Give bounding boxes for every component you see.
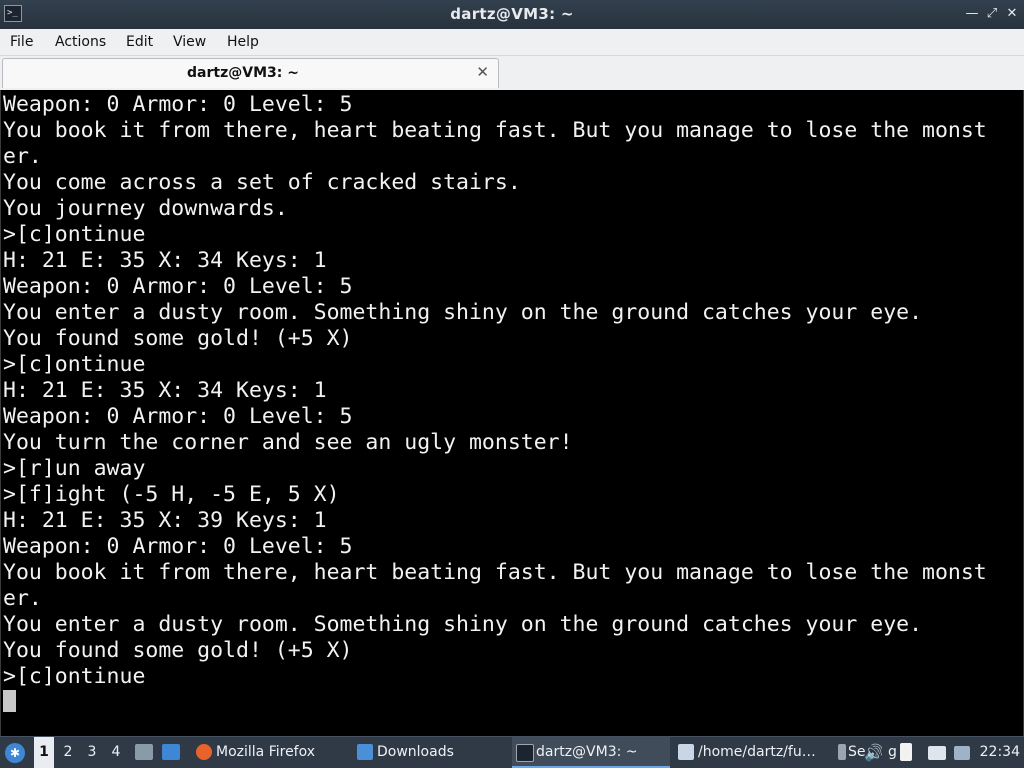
- task-extra[interactable]: Se: [836, 737, 866, 768]
- firefox-icon: [196, 744, 212, 760]
- menu-actions[interactable]: Actions: [55, 34, 106, 50]
- show-desktop-icon[interactable]: [162, 744, 180, 760]
- tab-bar: dartz@VM3: ~ ✕: [0, 56, 1024, 90]
- workspace-1[interactable]: 1: [34, 737, 54, 768]
- terminal-line: H: 21 E: 35 X: 34 Keys: 1: [3, 248, 327, 273]
- task-downloads[interactable]: Downloads: [353, 737, 509, 768]
- terminal-line: er.: [3, 144, 42, 169]
- terminal-line: You book it from there, heart beating fa…: [3, 560, 987, 585]
- terminal-line: H: 21 E: 35 X: 34 Keys: 1: [3, 378, 327, 403]
- window-title: dartz@VM3: ~: [450, 5, 574, 23]
- terminal-line: >[r]un away: [3, 456, 146, 481]
- menu-edit[interactable]: Edit: [126, 34, 153, 50]
- terminal-line: You found some gold! (+5 X): [3, 638, 353, 663]
- workspace-2[interactable]: 2: [58, 737, 78, 768]
- task-extra-label: Se: [848, 744, 866, 760]
- workspace-3[interactable]: 3: [82, 737, 102, 768]
- terminal-cursor: [3, 690, 16, 712]
- task-editor[interactable]: /home/dartz/fu…: [674, 737, 832, 768]
- terminal-line: You enter a dusty room. Something shiny …: [3, 612, 923, 637]
- volume-icon[interactable]: 🔊: [864, 737, 882, 768]
- terminal-line: Weapon: 0 Armor: 0 Level: 5: [3, 534, 353, 559]
- folder-icon: [357, 744, 373, 760]
- display-icon[interactable]: [928, 746, 946, 760]
- minimize-button[interactable]: —: [964, 6, 980, 22]
- tab-terminal[interactable]: dartz@VM3: ~ ✕: [2, 58, 499, 88]
- terminal-output[interactable]: Weapon: 0 Armor: 0 Level: 5 You book it f…: [0, 90, 1024, 736]
- terminal-line: Weapon: 0 Armor: 0 Level: 5: [3, 92, 353, 117]
- task-terminal[interactable]: dartz@VM3: ~: [512, 737, 670, 768]
- terminal-line: You journey downwards.: [3, 196, 288, 221]
- terminal-line: Weapon: 0 Armor: 0 Level: 5: [3, 274, 353, 299]
- start-menu-icon[interactable]: ✱: [5, 743, 25, 763]
- terminal-line: >[c]ontinue: [3, 664, 146, 689]
- terminal-line: You enter a dusty room. Something shiny …: [3, 300, 923, 325]
- maximize-button[interactable]: ⤢: [984, 6, 1000, 22]
- file-manager-launcher-icon[interactable]: [135, 744, 153, 760]
- taskbar: ✱ 1 2 3 4 Mozilla Firefox Downloads dart…: [0, 736, 1024, 768]
- text-editor-icon: [678, 744, 694, 760]
- terminal-line: H: 21 E: 35 X: 39 Keys: 1: [3, 508, 327, 533]
- terminal-line: You come across a set of cracked stairs.: [3, 170, 521, 195]
- terminal-line: Weapon: 0 Armor: 0 Level: 5: [3, 404, 353, 429]
- terminal-line: >[f]ight (-5 H, -5 E, 5 X): [3, 482, 340, 507]
- terminal-icon: [516, 744, 534, 762]
- terminal-line: You found some gold! (+5 X): [3, 326, 353, 351]
- task-firefox-label: Mozilla Firefox: [216, 744, 316, 760]
- task-terminal-label: dartz@VM3: ~: [536, 744, 638, 760]
- task-downloads-label: Downloads: [377, 744, 454, 760]
- window-titlebar[interactable]: >_ dartz@VM3: ~ — ⤢ ✕: [0, 0, 1024, 29]
- task-firefox[interactable]: Mozilla Firefox: [192, 737, 348, 768]
- battery-icon[interactable]: [900, 743, 912, 761]
- close-window-button[interactable]: ✕: [1004, 6, 1020, 22]
- network-icon[interactable]: [954, 746, 970, 760]
- terminal-line: >[c]ontinue: [3, 222, 146, 247]
- clock[interactable]: 22:34: [980, 737, 1020, 768]
- menu-bar: File Actions Edit View Help: [0, 29, 1024, 56]
- menu-view[interactable]: View: [173, 34, 206, 50]
- menu-help[interactable]: Help: [227, 34, 259, 50]
- terminal-line: >[c]ontinue: [3, 352, 146, 377]
- workspace-4[interactable]: 4: [106, 737, 126, 768]
- menu-file[interactable]: File: [10, 34, 33, 50]
- app-icon: [838, 744, 846, 760]
- terminal-line: You book it from there, heart beating fa…: [3, 118, 987, 143]
- tab-label: dartz@VM3: ~: [187, 65, 299, 81]
- terminal-line: er.: [3, 586, 42, 611]
- tab-close-icon[interactable]: ✕: [476, 63, 489, 81]
- terminal-lines: Weapon: 0 Armor: 0 Level: 5 You book it f…: [3, 92, 987, 690]
- terminal-line: You turn the corner and see an ugly mons…: [3, 430, 573, 455]
- task-editor-label: /home/dartz/fu…: [698, 744, 816, 760]
